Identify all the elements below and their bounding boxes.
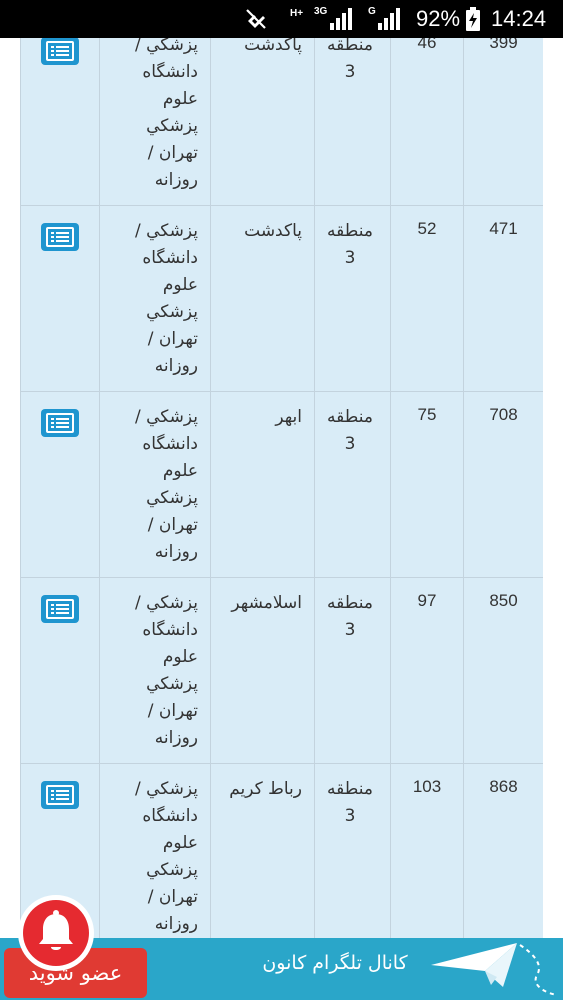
- table-row: 868 103 منطقه 3 رباط كريم پزشكي / دانشگا…: [20, 764, 543, 938]
- list-icon: [46, 41, 74, 61]
- zone-value: منطقه 3: [327, 221, 373, 268]
- field-cell: پزشكي / دانشگاه علوم پزشكي تهران / روزان…: [99, 38, 210, 206]
- mute-icon: [243, 0, 273, 38]
- battery-charging-icon: [466, 0, 480, 38]
- zone-value: منطقه 3: [327, 407, 373, 454]
- rank-cell: 708: [463, 392, 543, 578]
- score-value: 103: [412, 777, 442, 796]
- bell-icon: [23, 900, 89, 966]
- city-cell: پاکدشت: [210, 206, 314, 392]
- zone-cell: منطقه 3: [314, 206, 390, 392]
- rank-value: 471: [489, 219, 518, 238]
- details-button[interactable]: [41, 595, 79, 623]
- zone-cell: منطقه 3: [314, 38, 390, 206]
- field-cell: پزشكي / دانشگاه علوم پزشكي تهران / روزان…: [99, 578, 210, 764]
- channel-label[interactable]: کانال تلگرام کانون: [255, 952, 415, 974]
- score-cell: 52: [390, 206, 463, 392]
- rank-value: 850: [489, 591, 518, 610]
- notification-bell-button[interactable]: [18, 895, 94, 971]
- score-value: 75: [417, 405, 437, 424]
- zone-cell: منطقه 3: [314, 392, 390, 578]
- field-cell: پزشكي / دانشگاه علوم پزشكي تهران / روزان…: [99, 206, 210, 392]
- field-value: پزشكي / دانشگاه علوم پزشكي تهران / روزان…: [134, 407, 198, 562]
- detail-cell: [20, 392, 99, 578]
- table-row: 708 75 منطقه 3 ابهر پزشكي / دانشگاه علوم…: [20, 392, 543, 578]
- city-cell: اسلامشهر: [210, 578, 314, 764]
- field-value: پزشكي / دانشگاه علوم پزشكي تهران / روزان…: [134, 593, 198, 748]
- list-icon: [46, 413, 74, 433]
- clock: 14:24: [491, 6, 547, 31]
- table-row: 850 97 منطقه 3 اسلامشهر پزشكي / دانشگاه …: [20, 578, 543, 764]
- network-type-g: G: [368, 5, 376, 17]
- detail-cell: [20, 206, 99, 392]
- rank-value: 399: [489, 38, 518, 52]
- rank-value: 868: [489, 777, 518, 796]
- rank-cell: 471: [463, 206, 543, 392]
- list-icon: [46, 599, 74, 619]
- network-type-3g: 3G: [314, 5, 328, 17]
- score-value: 46: [417, 38, 437, 52]
- zone-value: منطقه 3: [327, 779, 373, 826]
- city-value: رباط كريم: [229, 779, 302, 799]
- field-value: پزشكي / دانشگاه علوم پزشكي تهران / روزان…: [134, 779, 198, 934]
- signal-icon: [329, 0, 357, 38]
- rank-cell: 868: [463, 764, 543, 938]
- score-cell: 103: [390, 764, 463, 938]
- zone-value: منطقه 3: [327, 38, 373, 82]
- zone-cell: منطقه 3: [314, 764, 390, 938]
- table-row: 471 52 منطقه 3 پاکدشت پزشكي / دانشگاه عل…: [20, 206, 543, 392]
- field-cell: پزشكي / دانشگاه علوم پزشكي تهران / روزان…: [99, 764, 210, 938]
- city-cell: ابهر: [210, 392, 314, 578]
- network-type-hplus: H+: [290, 7, 304, 19]
- details-button[interactable]: [41, 223, 79, 251]
- zone-cell: منطقه 3: [314, 578, 390, 764]
- results-table: 399 46 منطقه 3 پاکدشت پزشكي / دانشگاه عل…: [20, 38, 543, 938]
- signal-icon: [377, 0, 405, 38]
- details-button[interactable]: [41, 409, 79, 437]
- score-value: 97: [417, 591, 437, 610]
- score-value: 52: [417, 219, 437, 238]
- status-bar: H+ 3G G 92% 14:24: [0, 0, 563, 38]
- battery-percent: 92%: [416, 6, 461, 31]
- rank-value: 708: [489, 405, 518, 424]
- rank-cell: 399: [463, 38, 543, 206]
- detail-cell: [20, 578, 99, 764]
- city-value: اسلامشهر: [231, 593, 302, 613]
- details-button[interactable]: [41, 781, 79, 809]
- score-cell: 97: [390, 578, 463, 764]
- city-cell: رباط كريم: [210, 764, 314, 938]
- score-cell: 75: [390, 392, 463, 578]
- paper-plane-icon: [425, 935, 560, 1000]
- city-value: پاکدشت: [244, 38, 302, 55]
- field-value: پزشكي / دانشگاه علوم پزشكي تهران / روزان…: [134, 38, 198, 190]
- score-cell: 46: [390, 38, 463, 206]
- detail-cell: [20, 38, 99, 206]
- field-cell: پزشكي / دانشگاه علوم پزشكي تهران / روزان…: [99, 392, 210, 578]
- zone-value: منطقه 3: [327, 593, 373, 640]
- field-value: پزشكي / دانشگاه علوم پزشكي تهران / روزان…: [134, 221, 198, 376]
- city-value: ابهر: [275, 407, 302, 427]
- city-value: پاکدشت: [244, 221, 302, 241]
- rank-cell: 850: [463, 578, 543, 764]
- table-row: 399 46 منطقه 3 پاکدشت پزشكي / دانشگاه عل…: [20, 38, 543, 206]
- details-button[interactable]: [41, 38, 79, 65]
- city-cell: پاکدشت: [210, 38, 314, 206]
- list-icon: [46, 227, 74, 247]
- list-icon: [46, 785, 74, 805]
